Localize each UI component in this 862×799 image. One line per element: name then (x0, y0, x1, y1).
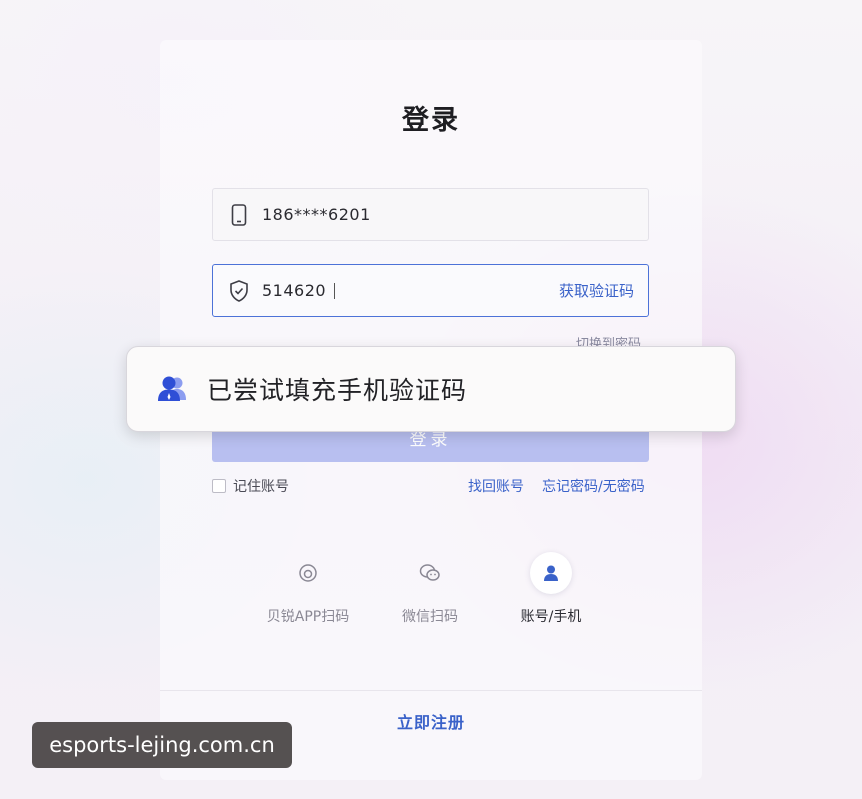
user-group-icon (158, 376, 186, 401)
shield-check-icon (228, 279, 250, 302)
mobile-phone-icon (228, 203, 250, 226)
app-scan-label: 贝锐APP扫码 (266, 609, 350, 625)
wechat-icon (409, 552, 451, 594)
remember-account[interactable]: 记住账号 (212, 476, 289, 496)
text-caret (334, 282, 336, 299)
footer-divider (160, 690, 702, 691)
page-title: 登录 (402, 105, 460, 136)
get-code-button[interactable]: 获取验证码 (559, 280, 634, 301)
user-icon (530, 552, 572, 594)
watermark: esports-lejing.com.cn (32, 722, 292, 768)
remember-label: 记住账号 (233, 479, 289, 495)
verification-code-field[interactable]: 514620 获取验证码 (212, 264, 649, 317)
wechat-label: 微信扫码 (402, 609, 458, 625)
verification-code-value: 514620 (262, 281, 327, 300)
phone-field[interactable]: 186****6201 (212, 188, 649, 241)
wechat-login-option[interactable]: 微信扫码 (380, 552, 480, 626)
app-scan-icon (287, 552, 329, 594)
toast-message: 已尝试填充手机验证码 (207, 376, 468, 405)
remember-checkbox[interactable] (212, 479, 226, 493)
find-account-link[interactable]: 找回账号 (468, 476, 524, 496)
autofill-toast: 已尝试填充手机验证码 (126, 346, 736, 432)
account-phone-label: 账号/手机 (520, 609, 582, 625)
account-phone-login-option[interactable]: 账号/手机 (501, 552, 601, 626)
forgot-password-link[interactable]: 忘记密码/无密码 (542, 476, 645, 496)
app-scan-login-option[interactable]: 贝锐APP扫码 (258, 552, 358, 626)
phone-value: 186****6201 (262, 205, 371, 224)
